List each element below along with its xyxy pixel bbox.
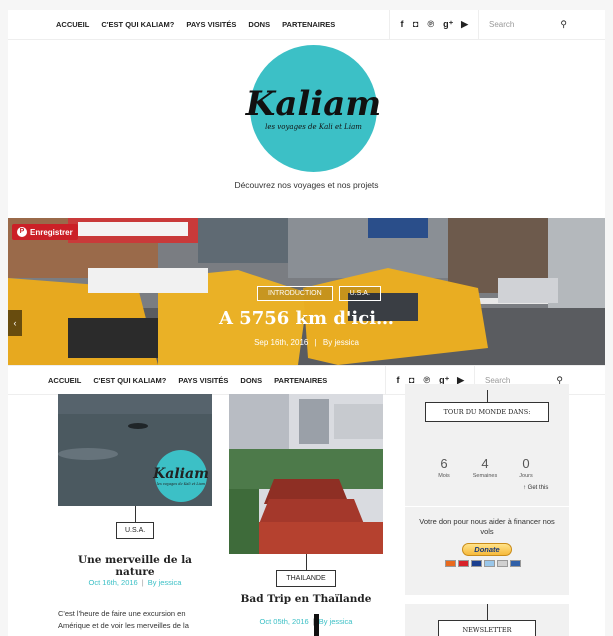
countdown-months-label: Mois (438, 473, 450, 479)
instagram-icon[interactable]: ◘ (413, 20, 418, 29)
search-icon[interactable]: ⚲ (560, 19, 567, 30)
countdown-days-value: 0 (522, 456, 530, 471)
site-tagline: Découvrez nos voyages et nos projets (234, 180, 379, 190)
newsletter-widget: NEWSLETTER (405, 604, 569, 636)
pinterest-icon[interactable]: ℗ (427, 20, 434, 29)
countdown-weeks-value: 4 (481, 456, 489, 471)
pinterest-icon: P (17, 227, 27, 237)
post-1-excerpt: C'est l'heure de faire une excursion en … (58, 609, 189, 630)
hero-date: Sep 16th, 2016 (254, 338, 309, 347)
nav-item-partenaires[interactable]: PARTENAIRES (276, 20, 341, 29)
scroll-indicator (314, 614, 319, 636)
newsletter-title: NEWSLETTER (438, 620, 536, 636)
sticky-nav-item-accueil[interactable]: ACCUEIL (42, 376, 87, 385)
post-1-connector (135, 506, 136, 522)
logo-subtitle: les voyages de Kali et Liam (265, 122, 362, 131)
newsletter-connector (487, 604, 488, 620)
post-1-logo-watermark: Kaliam les voyages de Kali et Liam (153, 450, 209, 502)
payment-cards-icon (445, 560, 521, 567)
countdown-days-label: Jours (519, 473, 533, 479)
facebook-icon[interactable]: f (400, 20, 404, 29)
nav-item-pays-visites[interactable]: PAYS VISITÉS (180, 20, 242, 29)
countdown-months-value: 6 (440, 456, 448, 471)
sticky-nav-item-cest-qui-kaliam[interactable]: C'EST QUI KALIAM? (87, 376, 172, 385)
logo-title: Kaliam (245, 83, 382, 124)
hero-slider[interactable]: P Enregistrer ‹ INTRODUCTION U.S.A. A 57… (8, 218, 605, 365)
post-2-tag[interactable]: THAILANDE (276, 570, 336, 587)
countdown-weeks: 4 Semaines (467, 456, 503, 479)
countdown-weeks-label: Semaines (472, 473, 498, 479)
post-1-meta: Oct 16th, 2016 | By jessica (88, 578, 182, 587)
youtube-icon[interactable]: ▶ (461, 20, 468, 29)
post-2-title[interactable]: Bad Trip en Thaïlande (229, 593, 383, 605)
google-plus-icon[interactable]: g⁺ (443, 20, 453, 29)
get-this-link[interactable]: ↑ Get this (523, 485, 548, 491)
sticky-nav-item-partenaires[interactable]: PARTENAIRES (268, 376, 333, 385)
post-1-tag[interactable]: U.S.A. (116, 522, 154, 539)
post-2-photo (229, 394, 383, 554)
watermark-subtitle: les voyages de Kali et Liam (156, 482, 206, 486)
hero-tags: INTRODUCTION U.S.A. (257, 286, 381, 301)
sticky-nav-item-dons[interactable]: DONS (234, 376, 268, 385)
hero-meta: Sep 16th, 2016 | By jessica (254, 338, 359, 347)
nav-item-dons[interactable]: DONS (242, 20, 276, 29)
page: ACCUEIL C'EST QUI KALIAM? PAYS VISITÉS D… (8, 10, 605, 636)
top-nav: ACCUEIL C'EST QUI KALIAM? PAYS VISITÉS D… (8, 10, 605, 40)
hero-tag-introduction[interactable]: INTRODUCTION (257, 286, 333, 301)
widget-connector (487, 390, 488, 402)
post-2-date: Oct 05th, 2016 (259, 617, 309, 626)
post-2-connector (306, 554, 307, 570)
tour-countdown-widget: TOUR DU MONDE DANS: 6 Mois 4 Semaines 0 … (405, 384, 569, 506)
hero-author[interactable]: By jessica (323, 338, 359, 347)
watermark-title: Kaliam (153, 466, 209, 482)
donation-widget: Votre don pour nous aider à financer nos… (405, 507, 569, 595)
pinterest-save-button[interactable]: P Enregistrer (12, 224, 78, 240)
nav-item-cest-qui-kaliam[interactable]: C'EST QUI KALIAM? (95, 20, 180, 29)
post-1-image[interactable]: Kaliam les voyages de Kali et Liam (58, 394, 212, 506)
post-2-image[interactable] (229, 394, 383, 554)
nav-item-accueil[interactable]: ACCUEIL (50, 20, 95, 29)
search-input[interactable]: Search (489, 20, 514, 29)
search-bar[interactable]: Search ⚲ (479, 10, 577, 39)
social-icons: f ◘ ℗ g⁺ ▶ (389, 10, 479, 39)
post-1-date: Oct 16th, 2016 (88, 578, 138, 587)
sticky-nav-item-pays-visites[interactable]: PAYS VISITÉS (172, 376, 234, 385)
post-2-author[interactable]: By jessica (319, 617, 353, 626)
countdown-days: 0 Jours (511, 456, 541, 479)
top-menu: ACCUEIL C'EST QUI KALIAM? PAYS VISITÉS D… (50, 20, 341, 29)
hero-tag-usa[interactable]: U.S.A. (338, 286, 381, 301)
donate-button[interactable]: Donate (462, 543, 512, 556)
post-1-title[interactable]: Une merveille de la nature (58, 554, 212, 578)
sticky-menu: ACCUEIL C'EST QUI KALIAM? PAYS VISITÉS D… (42, 376, 333, 385)
pinterest-save-label: Enregistrer (30, 227, 73, 237)
logo[interactable]: Kaliam les voyages de Kali et Liam (246, 45, 381, 172)
donation-text: Votre don pour nous aider à financer nos… (419, 517, 555, 536)
countdown-months: 6 Mois (429, 456, 459, 479)
facebook-icon[interactable]: f (396, 375, 400, 385)
post-1-author[interactable]: By jessica (148, 578, 182, 587)
post-2-meta: Oct 05th, 2016|By jessica (229, 617, 383, 626)
hero-title[interactable]: A 5756 km d'ici… (8, 308, 605, 329)
tour-widget-title: TOUR DU MONDE DANS: (425, 402, 549, 422)
